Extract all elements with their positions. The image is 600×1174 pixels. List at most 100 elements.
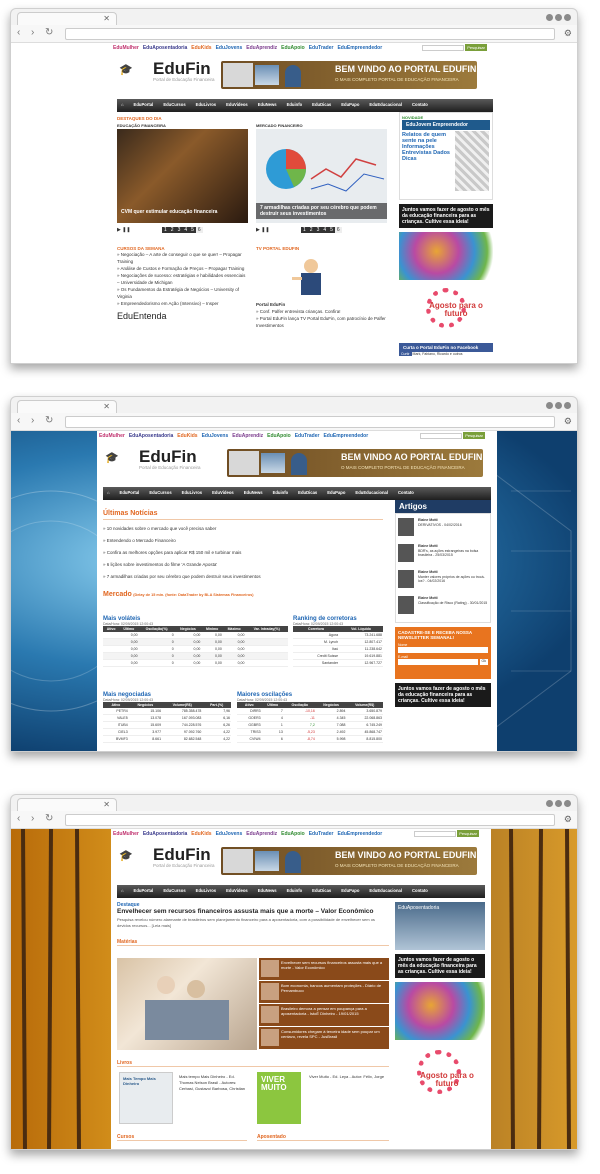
nav-item[interactable]: EduCursos bbox=[163, 102, 185, 107]
nav-item[interactable]: EduPortal bbox=[120, 490, 140, 495]
nav-item[interactable]: EduPortal bbox=[134, 888, 154, 893]
nav-item[interactable]: EduNews bbox=[258, 888, 277, 893]
window-controls[interactable] bbox=[544, 800, 571, 809]
window-controls[interactable] bbox=[544, 14, 571, 23]
nav-item[interactable]: EduVideos bbox=[226, 102, 248, 107]
portal-link[interactable]: EduMulher bbox=[113, 831, 139, 837]
forward-icon[interactable]: › bbox=[31, 27, 34, 38]
back-icon[interactable]: ‹ bbox=[17, 415, 20, 426]
course-link[interactable]: » Análise de Custos e Formação de Preços… bbox=[117, 265, 248, 272]
close-icon[interactable]: ✕ bbox=[103, 402, 110, 411]
portal-link[interactable]: EduAprendiz bbox=[246, 45, 277, 51]
nav-item[interactable]: Eduinfo bbox=[287, 102, 303, 107]
home-icon[interactable]: ⌂ bbox=[107, 490, 110, 495]
search-input[interactable] bbox=[420, 433, 462, 439]
nav-item[interactable]: EduEducacional bbox=[369, 102, 402, 107]
course-link[interactable]: » Empreendedorismo em Ação (Intensivo) –… bbox=[117, 300, 248, 307]
portal-link[interactable]: EduApoio bbox=[267, 433, 291, 439]
close-icon[interactable]: ✕ bbox=[103, 800, 110, 809]
like-button[interactable]: Curtir bbox=[399, 352, 412, 356]
nav-item[interactable]: EduLivros bbox=[196, 888, 216, 893]
search-input[interactable] bbox=[422, 45, 464, 51]
tools-icon[interactable]: ⚙ bbox=[564, 416, 572, 427]
tools-icon[interactable]: ⚙ bbox=[564, 28, 572, 39]
agosto-banner[interactable]: Juntos vamos fazer de agosto o mês da ed… bbox=[395, 683, 491, 707]
nav-item[interactable]: EduVideos bbox=[212, 490, 234, 495]
agosto-logo[interactable]: Agosto para o futuro bbox=[395, 1044, 485, 1114]
jovem-banner[interactable]: NOVIDADE EduJovem Empreendedor Relatos d… bbox=[399, 112, 493, 200]
tools-icon[interactable]: ⚙ bbox=[564, 814, 572, 825]
nav-item[interactable]: EduEducacional bbox=[355, 490, 388, 495]
list-item[interactable]: Brasileiro demora a pensar em poupança p… bbox=[259, 1004, 389, 1026]
nav-item[interactable]: EduEducacional bbox=[369, 888, 402, 893]
portal-link[interactable]: EduAposentadoria bbox=[143, 831, 187, 837]
headline-link[interactable]: Envelhecer sem recursos financeiros assu… bbox=[117, 908, 389, 915]
portal-link[interactable]: EduAposentadoria bbox=[129, 433, 173, 439]
elderly-couple-photo[interactable] bbox=[117, 958, 257, 1050]
nav-item[interactable]: Contato bbox=[412, 888, 428, 893]
featured-image-woman[interactable]: CVM quer estimular educação financeira bbox=[117, 129, 248, 223]
portal-link[interactable]: EduJovens bbox=[216, 831, 243, 837]
news-link[interactable]: » Confira as melhores opções para aplica… bbox=[103, 547, 383, 559]
nav-item[interactable]: EduPapo bbox=[327, 490, 345, 495]
name-field[interactable] bbox=[398, 647, 488, 653]
news-link[interactable]: » 6 lições sobre investimentos do filme … bbox=[103, 559, 383, 571]
browser-tab[interactable]: ✕ bbox=[17, 400, 117, 413]
portal-link[interactable]: EduKids bbox=[191, 831, 211, 837]
nav-item[interactable]: EduLivros bbox=[196, 102, 216, 107]
email-field[interactable] bbox=[398, 659, 478, 665]
nav-item[interactable]: EduCursos bbox=[149, 490, 171, 495]
welcome-banner[interactable]: BEM VINDO AO PORTAL EDUFIN! O MAIS COMPLE… bbox=[221, 847, 477, 875]
portal-link[interactable]: EduKids bbox=[177, 433, 197, 439]
address-bar[interactable] bbox=[65, 416, 555, 428]
tv-link[interactable]: » Portal EduFin lança TV Portal EduFin, … bbox=[256, 315, 387, 329]
address-bar[interactable] bbox=[65, 28, 555, 40]
forward-icon[interactable]: › bbox=[31, 813, 34, 824]
course-link[interactable]: » Negociações de sucesso: estratégias e … bbox=[117, 272, 248, 286]
agosto-banner[interactable]: Juntos vamos fazer de agosto o mês da ed… bbox=[399, 204, 493, 228]
browser-tab[interactable]: ✕ bbox=[17, 798, 117, 811]
welcome-banner[interactable]: BEM VINDO AO PORTAL EDUFIN! O MAIS COMPLE… bbox=[227, 449, 483, 477]
portal-link[interactable]: EduAprendiz bbox=[232, 433, 263, 439]
slider-controls[interactable]: ▶ ❚❚ 123456 bbox=[117, 227, 248, 233]
ok-button[interactable]: Ok bbox=[479, 659, 488, 665]
reload-icon[interactable]: ↻ bbox=[45, 813, 53, 824]
back-icon[interactable]: ‹ bbox=[17, 27, 20, 38]
nav-item[interactable]: EduDicas bbox=[312, 888, 331, 893]
course-link[interactable]: » Negociação – A arte de conseguir o que… bbox=[117, 251, 248, 265]
portal-link[interactable]: EduKids bbox=[191, 45, 211, 51]
nav-item[interactable]: Contato bbox=[398, 490, 414, 495]
home-icon[interactable]: ⌂ bbox=[121, 102, 124, 107]
close-icon[interactable]: ✕ bbox=[103, 14, 110, 23]
news-link[interactable]: » 10 novidades sobre o mercado que você … bbox=[103, 523, 383, 535]
search-button[interactable]: Pesquisar bbox=[457, 830, 479, 837]
nav-item[interactable]: EduLivros bbox=[182, 490, 202, 495]
portal-link[interactable]: EduJovens bbox=[202, 433, 229, 439]
list-item[interactable]: Bom economia, bancos aumentam proteções … bbox=[259, 981, 389, 1003]
agosto-logo[interactable]: Agosto para o futuro bbox=[399, 284, 493, 340]
search-input[interactable] bbox=[414, 831, 456, 837]
book-cover[interactable]: VIVER MUITO bbox=[257, 1072, 301, 1124]
forward-icon[interactable]: › bbox=[31, 415, 34, 426]
featured-image-chart[interactable]: 7 armadilhas criadas por seu cérebro que… bbox=[256, 129, 387, 223]
portal-link[interactable]: EduTrader bbox=[295, 433, 320, 439]
home-icon[interactable]: ⌂ bbox=[121, 888, 124, 893]
portal-link[interactable]: EduApoio bbox=[281, 45, 305, 51]
portal-link[interactable]: EduEmpreendedor bbox=[337, 45, 382, 51]
nav-item[interactable]: EduPapo bbox=[341, 888, 359, 893]
search-button[interactable]: Pesquisar bbox=[463, 432, 485, 439]
news-link[interactable]: » 7 armadilhas criadas por seu cérebro q… bbox=[103, 571, 383, 583]
portal-link[interactable]: EduJovens bbox=[216, 45, 243, 51]
portal-link[interactable]: EduAposentadoria bbox=[143, 45, 187, 51]
nav-item[interactable]: EduCursos bbox=[163, 888, 185, 893]
eduapos-banner[interactable]: EduAposentadoria bbox=[395, 902, 485, 950]
nav-item[interactable]: EduNews bbox=[244, 490, 263, 495]
reload-icon[interactable]: ↻ bbox=[45, 27, 53, 38]
nav-item[interactable]: Eduinfo bbox=[273, 490, 289, 495]
article-item[interactable]: Elaine Motti Manter valores próprios de a… bbox=[398, 568, 488, 594]
window-controls[interactable] bbox=[544, 402, 571, 411]
list-item[interactable]: Envelhecer sem recursos financeiros assu… bbox=[259, 958, 389, 980]
portal-link[interactable]: EduMulher bbox=[99, 433, 125, 439]
agosto-banner[interactable]: Juntos vamos fazer de agosto o mês da ed… bbox=[395, 954, 485, 978]
article-item[interactable]: Elaine Motti Classificação de Risco (Rati… bbox=[398, 594, 488, 620]
